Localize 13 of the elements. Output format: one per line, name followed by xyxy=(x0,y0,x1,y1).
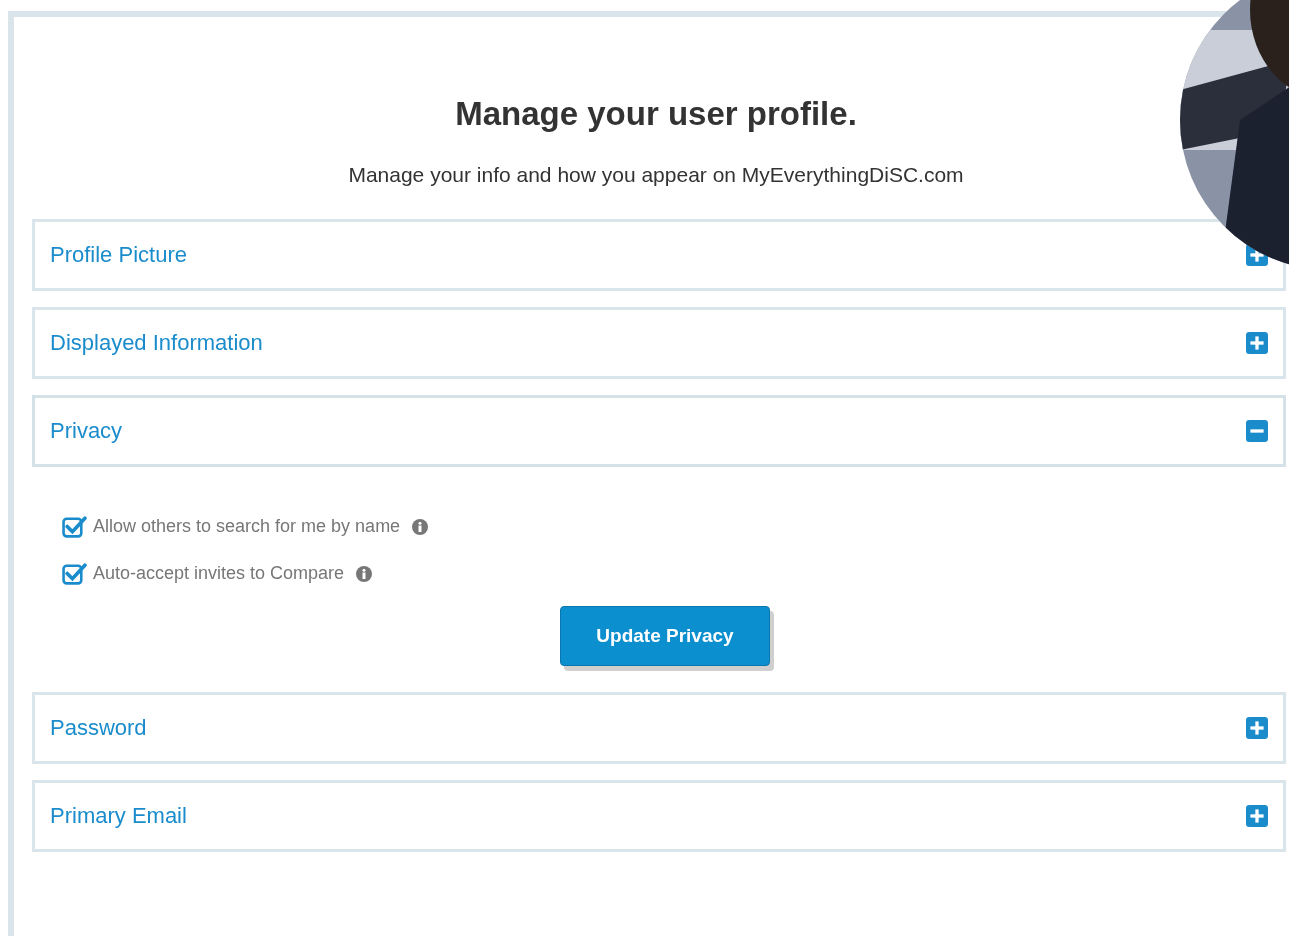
accordion-header[interactable]: Password xyxy=(32,692,1286,764)
page-title: Manage your user profile. xyxy=(454,95,858,133)
option-label: Allow others to search for me by name xyxy=(93,516,401,537)
accordion-header[interactable]: Displayed Information xyxy=(32,307,1286,379)
info-icon[interactable] xyxy=(356,565,373,582)
option-label: Auto-accept invites to Compare xyxy=(93,563,345,584)
info-icon[interactable] xyxy=(412,518,429,535)
page-subtitle: Manage your info and how you appear on MyEverythingDiSC.com xyxy=(347,163,965,187)
accordion-header[interactable]: Primary Email xyxy=(32,780,1286,852)
checkbox[interactable] xyxy=(62,515,87,538)
accordion-header[interactable]: Privacy xyxy=(32,395,1286,467)
checkbox[interactable] xyxy=(62,562,87,585)
accordion-header[interactable]: Profile Picture xyxy=(32,219,1286,291)
